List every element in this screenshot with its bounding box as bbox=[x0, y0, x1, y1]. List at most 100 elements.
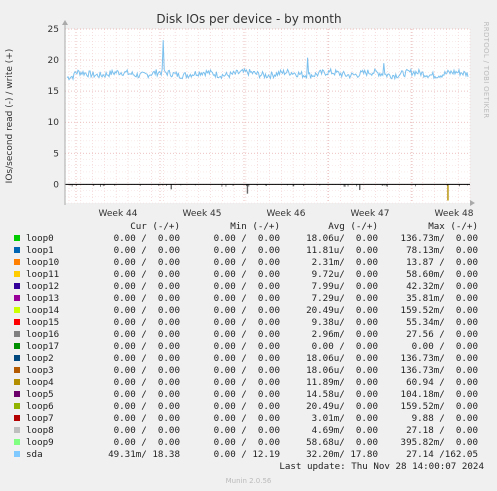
legend-min-value: 0.00 / 0.00 bbox=[213, 389, 280, 400]
legend-swatch-loop15 bbox=[14, 319, 20, 325]
legend-avg-value: 0.00 / 0.00 bbox=[311, 341, 378, 352]
legend-max-value: 27.56 / 0.00 bbox=[406, 329, 478, 340]
legend-swatch-loop4 bbox=[14, 379, 20, 385]
legend-max-value: 58.60m/ 0.00 bbox=[406, 269, 478, 280]
legend-row-loop5: loop5 0.00 / 0.00 0.00 / 0.00 14.58u/ 0.00 1… bbox=[0, 389, 497, 401]
legend-min-value: 0.00 / 0.00 bbox=[213, 401, 280, 412]
header-min: Min (-/+) bbox=[230, 221, 280, 232]
legend-max-value: 159.52m/ 0.00 bbox=[400, 401, 478, 412]
legend-max-value: 55.34m/ 0.00 bbox=[406, 317, 478, 328]
legend-name: loop17 bbox=[26, 341, 60, 352]
legend-name: loop6 bbox=[26, 401, 54, 412]
chart-title: Disk IOs per device - by month bbox=[156, 12, 341, 26]
legend-avg-value: 32.20m/ 17.80 bbox=[306, 449, 378, 460]
last-update-text: Last update: Thu Nov 28 14:00:07 2024 bbox=[279, 461, 484, 472]
legend-min-value: 0.00 / 0.00 bbox=[213, 293, 280, 304]
legend-cur-value: 0.00 / 0.00 bbox=[113, 269, 180, 280]
legend-cur-value: 0.00 / 0.00 bbox=[113, 281, 180, 292]
legend-row-loop8: loop8 0.00 / 0.00 0.00 / 0.00 4.69m/ 0.00 27… bbox=[0, 425, 497, 437]
legend-avg-value: 7.99u/ 0.00 bbox=[311, 281, 378, 292]
legend-avg-value: 2.31m/ 0.00 bbox=[311, 257, 378, 268]
legend-min-value: 0.00 / 0.00 bbox=[213, 305, 280, 316]
legend-max-value: 395.82m/ 0.00 bbox=[400, 437, 478, 448]
legend-row-loop10: loop10 0.00 / 0.00 0.00 / 0.00 2.31m/ 0.00 1… bbox=[0, 257, 497, 269]
legend-row-loop6: loop6 0.00 / 0.00 0.00 / 0.00 20.49u/ 0.00 1… bbox=[0, 401, 497, 413]
legend-min-value: 0.00 / 0.00 bbox=[213, 413, 280, 424]
legend-name: loop7 bbox=[26, 413, 54, 424]
legend-max-value: 27.14 /162.05 bbox=[406, 449, 478, 460]
legend-min-value: 0.00 / 0.00 bbox=[213, 425, 280, 436]
legend-row-loop3: loop3 0.00 / 0.00 0.00 / 0.00 18.06u/ 0.00 1… bbox=[0, 365, 497, 377]
legend-max-value: 27.18 / 0.00 bbox=[406, 425, 478, 436]
legend-avg-value: 7.29u/ 0.00 bbox=[311, 293, 378, 304]
legend-row-loop13: loop13 0.00 / 0.00 0.00 / 0.00 7.29u/ 0.00 3… bbox=[0, 293, 497, 305]
legend-cur-value: 0.00 / 0.00 bbox=[113, 293, 180, 304]
legend-row-loop17: loop17 0.00 / 0.00 0.00 / 0.00 0.00 / 0.00 0… bbox=[0, 341, 497, 353]
legend-avg-value: 58.68u/ 0.00 bbox=[306, 437, 378, 448]
legend-max-value: 42.32m/ 0.00 bbox=[406, 281, 478, 292]
legend-row-sda: sda 49.31m/ 18.38 0.00 / 12.19 32.20m/ 17.8… bbox=[0, 449, 497, 461]
legend-swatch-loop1 bbox=[14, 247, 20, 253]
legend-swatch-loop10 bbox=[14, 259, 20, 265]
x-tick-label: Week 44 bbox=[99, 209, 138, 219]
legend-name: loop13 bbox=[26, 293, 60, 304]
y-tick-label: 25 bbox=[48, 25, 59, 35]
legend-swatch-loop5 bbox=[14, 391, 20, 397]
legend-name: sda bbox=[26, 449, 43, 460]
legend-row-loop0: loop0 0.00 / 0.00 0.00 / 0.00 18.06u/ 0.00 1… bbox=[0, 233, 497, 245]
rrdtool-credit: RRDTOOL / TOBI OETIKER bbox=[482, 22, 490, 119]
legend-avg-value: 18.06u/ 0.00 bbox=[306, 353, 378, 364]
legend-avg-value: 2.96m/ 0.00 bbox=[311, 329, 378, 340]
legend-max-value: 13.87 / 0.00 bbox=[406, 257, 478, 268]
legend-min-value: 0.00 / 0.00 bbox=[213, 341, 280, 352]
legend-min-value: 0.00 / 0.00 bbox=[213, 353, 280, 364]
legend-cur-value: 0.00 / 0.00 bbox=[113, 413, 180, 424]
legend-name: loop10 bbox=[26, 257, 60, 268]
legend-avg-value: 18.06u/ 0.00 bbox=[306, 365, 378, 376]
legend-name: loop11 bbox=[26, 269, 60, 280]
header-max: Max (-/+) bbox=[428, 221, 478, 232]
legend-avg-value: 14.58u/ 0.00 bbox=[306, 389, 378, 400]
legend-max-value: 9.88 / 0.00 bbox=[411, 413, 478, 424]
legend-avg-value: 20.49u/ 0.00 bbox=[306, 305, 378, 316]
legend-avg-value: 4.69m/ 0.00 bbox=[311, 425, 378, 436]
legend-swatch-sda bbox=[14, 451, 20, 457]
legend-name: loop12 bbox=[26, 281, 60, 292]
legend-max-value: 78.13m/ 0.00 bbox=[406, 245, 478, 256]
legend-max-value: 35.81m/ 0.00 bbox=[406, 293, 478, 304]
legend-max-value: 0.00 / 0.00 bbox=[411, 341, 478, 352]
munin-graph-page: Disk IOs per device - by month IOs/secon… bbox=[0, 0, 497, 491]
legend-row-loop4: loop4 0.00 / 0.00 0.00 / 0.00 11.89m/ 0.00 6… bbox=[0, 377, 497, 389]
legend-cur-value: 0.00 / 0.00 bbox=[113, 329, 180, 340]
header-cur: Cur (-/+) bbox=[130, 221, 180, 232]
x-tick-label: Week 48 bbox=[435, 209, 474, 219]
legend-cur-value: 0.00 / 0.00 bbox=[113, 377, 180, 388]
legend-swatch-loop13 bbox=[14, 295, 20, 301]
y-tick-label: 20 bbox=[48, 56, 60, 66]
legend-min-value: 0.00 / 0.00 bbox=[213, 365, 280, 376]
legend-min-value: 0.00 / 0.00 bbox=[213, 257, 280, 268]
legend-cur-value: 0.00 / 0.00 bbox=[113, 317, 180, 328]
legend-cur-value: 0.00 / 0.00 bbox=[113, 353, 180, 364]
legend-min-value: 0.00 / 0.00 bbox=[213, 437, 280, 448]
legend-cur-value: 0.00 / 0.00 bbox=[113, 245, 180, 256]
legend-cur-value: 0.00 / 0.00 bbox=[113, 389, 180, 400]
legend-header: Cur (-/+) Min (-/+) Avg (-/+) Max (-/+) bbox=[0, 221, 497, 233]
legend-avg-value: 9.72u/ 0.00 bbox=[311, 269, 378, 280]
legend-max-value: 104.18m/ 0.00 bbox=[400, 389, 478, 400]
legend-swatch-loop16 bbox=[14, 331, 20, 337]
legend-name: loop15 bbox=[26, 317, 60, 328]
legend-avg-value: 11.89m/ 0.00 bbox=[306, 377, 378, 388]
legend-swatch-loop3 bbox=[14, 367, 20, 373]
legend-max-value: 60.94 / 0.00 bbox=[406, 377, 478, 388]
legend-swatch-loop12 bbox=[14, 283, 20, 289]
y-tick-label: 5 bbox=[53, 149, 59, 159]
legend-cur-value: 0.00 / 0.00 bbox=[113, 341, 180, 352]
legend-row-loop14: loop14 0.00 / 0.00 0.00 / 0.00 20.49u/ 0.00… bbox=[0, 305, 497, 317]
legend-name: loop1 bbox=[26, 245, 54, 256]
legend-avg-value: 11.81u/ 0.00 bbox=[306, 245, 378, 256]
legend-row-loop7: loop7 0.00 / 0.00 0.00 / 0.00 3.01m/ 0.00 9.… bbox=[0, 413, 497, 425]
legend-avg-value: 3.01m/ 0.00 bbox=[311, 413, 378, 424]
y-tick-label: 15 bbox=[48, 87, 59, 97]
legend-cur-value: 0.00 / 0.00 bbox=[113, 401, 180, 412]
